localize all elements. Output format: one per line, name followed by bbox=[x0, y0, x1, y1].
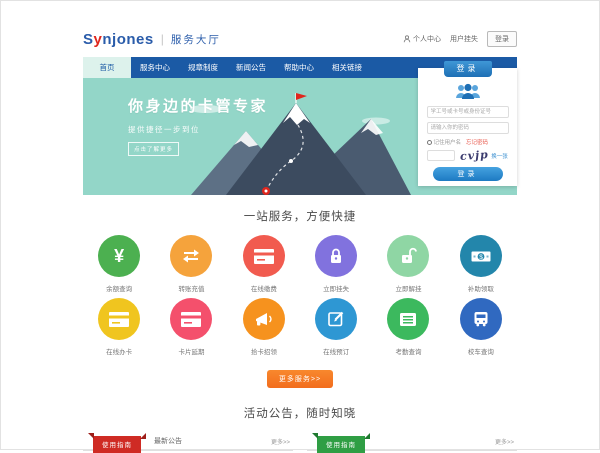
top-links: 个人中心 用户挂失 登录 bbox=[403, 31, 517, 47]
top-bar: Synjones | 服务大厅 个人中心 用户挂失 登录 bbox=[83, 27, 517, 51]
service-balance-inquiry[interactable]: ¥ 余额查询 bbox=[83, 235, 155, 293]
services-title: 一站服务，方便快捷 bbox=[83, 195, 517, 224]
service-online-booking[interactable]: 在线预订 bbox=[300, 298, 372, 356]
logo-divider: | bbox=[161, 32, 164, 46]
service-subsidy-collection[interactable]: $ 补助领取 bbox=[445, 235, 517, 293]
banknote-icon: $ bbox=[471, 249, 491, 264]
hero-subtitle: 提供捷径一步到位 bbox=[128, 124, 268, 135]
user-loss-report-link[interactable]: 用户挂失 bbox=[450, 34, 478, 44]
svg-text:$: $ bbox=[479, 253, 483, 260]
edit-icon bbox=[327, 310, 345, 328]
username-input[interactable] bbox=[427, 106, 509, 118]
page: Synjones | 服务大厅 个人中心 用户挂失 登录 首页 服务中心 规章制… bbox=[0, 0, 600, 450]
tab-latest-announcements[interactable]: 最新公告 bbox=[154, 436, 182, 450]
more-services-button[interactable]: 更多服务>> bbox=[267, 370, 333, 388]
nav-item-service-center[interactable]: 服务中心 bbox=[131, 57, 179, 78]
header-login-button[interactable]: 登录 bbox=[487, 31, 517, 47]
lock-icon bbox=[327, 247, 345, 265]
hero-text: 你身边的卡管专家 提供捷径一步到位 点击了解更多 bbox=[128, 95, 268, 156]
logo[interactable]: Synjones | 服务大厅 bbox=[83, 31, 221, 48]
service-found-card-claim[interactable]: 拾卡招领 bbox=[228, 298, 300, 356]
tab-usage-guide[interactable]: 使用指南 bbox=[93, 436, 141, 453]
nav-item-home[interactable]: 首页 bbox=[83, 57, 131, 78]
login-tab[interactable]: 登录 bbox=[444, 61, 492, 77]
forgot-password-link[interactable]: 忘记密码 bbox=[466, 138, 488, 146]
personal-center-link[interactable]: 个人中心 bbox=[413, 34, 441, 44]
service-card-extension[interactable]: 卡片延期 bbox=[155, 298, 227, 356]
unlock-icon bbox=[399, 247, 417, 265]
logo-text: Synjones bbox=[83, 31, 154, 48]
login-panel: 登录 记住用户名 忘记密码 cvjp 换一张 登录 bbox=[418, 68, 517, 186]
captcha-refresh-link[interactable]: 换一张 bbox=[491, 152, 508, 160]
announcement-panels: 使用指南 最新公告 更多>> 使用指南 更多>> bbox=[83, 434, 517, 451]
password-input[interactable] bbox=[427, 122, 509, 134]
users-group-icon bbox=[453, 82, 483, 102]
service-report-loss[interactable]: 立即挂失 bbox=[300, 235, 372, 293]
site-name: 服务大厅 bbox=[171, 32, 221, 47]
more-link-left[interactable]: 更多>> bbox=[271, 437, 290, 450]
hero-cta-button[interactable]: 点击了解更多 bbox=[128, 142, 179, 156]
remember-username-label: 记住用户名 bbox=[434, 138, 462, 146]
person-icon bbox=[403, 35, 411, 43]
transfer-icon bbox=[181, 248, 201, 264]
list-icon bbox=[399, 312, 417, 327]
card-icon bbox=[181, 312, 201, 327]
login-submit-button[interactable]: 登录 bbox=[433, 167, 503, 181]
remember-username-checkbox[interactable] bbox=[427, 140, 432, 145]
captcha-input[interactable] bbox=[427, 150, 455, 161]
card-icon bbox=[254, 249, 274, 264]
services-grid: ¥ 余额查询 转账充值 bbox=[83, 235, 517, 356]
more-link-right[interactable]: 更多>> bbox=[495, 437, 514, 450]
megaphone-icon bbox=[254, 310, 274, 328]
service-online-payment[interactable]: 在线缴费 bbox=[228, 235, 300, 293]
announcement-panel-left: 使用指南 最新公告 更多>> bbox=[83, 434, 293, 451]
card-icon bbox=[109, 312, 129, 327]
nav-item-news[interactable]: 新闻公告 bbox=[227, 57, 275, 78]
nav-item-links[interactable]: 相关链接 bbox=[323, 57, 371, 78]
service-transfer-recharge[interactable]: 转账充值 bbox=[155, 235, 227, 293]
service-online-card-apply[interactable]: 在线办卡 bbox=[83, 298, 155, 356]
announcement-panel-right: 使用指南 更多>> bbox=[307, 434, 517, 451]
service-cancel-loss[interactable]: 立即解挂 bbox=[372, 235, 444, 293]
hero-title: 你身边的卡管专家 bbox=[128, 95, 268, 116]
service-school-bus-inquiry[interactable]: 校车查询 bbox=[445, 298, 517, 356]
bus-icon bbox=[472, 310, 490, 328]
yen-icon: ¥ bbox=[114, 246, 124, 267]
tab-usage-guide-right[interactable]: 使用指南 bbox=[317, 436, 365, 453]
captcha-image: cvjp bbox=[459, 148, 489, 163]
announcements-title: 活动公告，随时知晓 bbox=[83, 405, 517, 421]
nav-item-help-center[interactable]: 帮助中心 bbox=[275, 57, 323, 78]
nav-item-regulations[interactable]: 规章制度 bbox=[179, 57, 227, 78]
service-attendance-inquiry[interactable]: 考勤查询 bbox=[372, 298, 444, 356]
